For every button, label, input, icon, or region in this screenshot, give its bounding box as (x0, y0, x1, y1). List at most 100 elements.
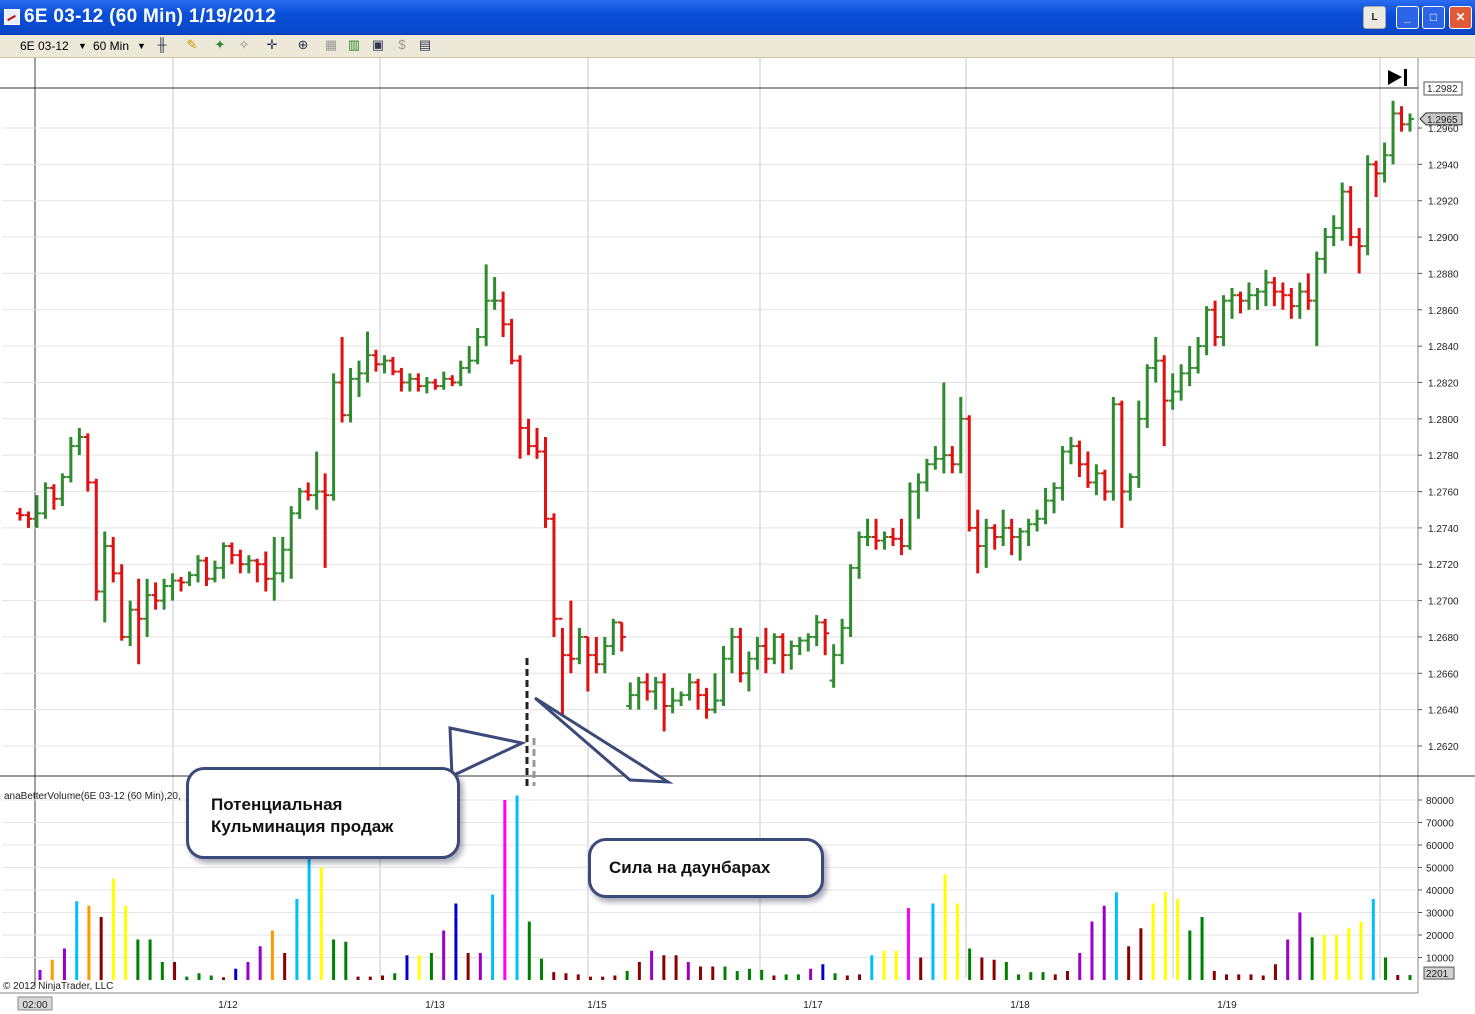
price-bar (270, 536, 279, 601)
time-axis-label: 1/12 (218, 1000, 238, 1011)
price-bar (855, 531, 864, 579)
data-box-icon[interactable]: ▦ (324, 38, 338, 52)
volume-bar (527, 921, 531, 980)
price-bar (643, 673, 652, 701)
eraser-icon[interactable]: ✧ (237, 38, 251, 52)
chart-panel[interactable]: 1.2960 1.2940 1.2920 1.2900 1.2880 1.2860 1.28… (0, 58, 1475, 1014)
price-tick-label: 1.2680 (1428, 633, 1459, 644)
go-to-end-icon (1388, 70, 1402, 85)
price-bar (634, 676, 643, 710)
price-bar (694, 678, 703, 710)
volume-bar (931, 903, 935, 980)
volume-bar (540, 958, 544, 980)
price-bar (1194, 337, 1203, 374)
price-bar (185, 571, 194, 587)
close-button[interactable]: ✕ (1449, 6, 1472, 29)
price-tick-label: 1.2860 (1428, 306, 1459, 317)
pencil-icon[interactable]: ✎ (185, 38, 199, 52)
volume-bar (613, 975, 617, 980)
volume-bar (270, 930, 274, 980)
volume-bar (1041, 972, 1045, 980)
price-bar (100, 531, 109, 623)
volume-bar (588, 976, 592, 980)
volume-bar (955, 903, 959, 980)
volume-bar (552, 972, 556, 980)
volume-bar (50, 959, 54, 980)
strategies-icon[interactable]: ▣ (371, 38, 385, 52)
draw-tool-icon[interactable]: ✦ (213, 38, 227, 52)
price-bar (1126, 473, 1135, 501)
price-bar (770, 633, 779, 665)
callout-strength-downbars: Сила на даунбарах (588, 838, 824, 898)
price-bar (278, 536, 287, 583)
price-bar (49, 484, 58, 510)
price-bar (58, 473, 67, 507)
price-bar (1219, 295, 1228, 347)
volume-bar (1004, 962, 1008, 980)
price-bar (439, 371, 448, 390)
volume-tick-label: 50000 (1426, 864, 1454, 875)
volume-bar (1322, 935, 1326, 980)
volume-bar (1212, 971, 1216, 980)
volume-bar (747, 968, 751, 980)
price-bar (1007, 518, 1016, 556)
link-button[interactable]: L (1363, 6, 1386, 29)
volume-bar (906, 908, 910, 980)
bar-type-icon[interactable]: ╫ (155, 38, 169, 52)
price-bar (465, 346, 474, 374)
volume-bar (1078, 953, 1082, 980)
price-tick-label: 1.2620 (1428, 742, 1459, 753)
volume-bar (601, 976, 605, 980)
price-bar (872, 518, 881, 550)
price-bar (160, 578, 169, 610)
volume-bar (75, 901, 79, 980)
volume-bar (833, 973, 837, 980)
crosshair-price-label: 1.2982 (1427, 84, 1458, 95)
volume-bar (1176, 899, 1180, 980)
volume-bar (1151, 903, 1155, 980)
price-bar (1092, 464, 1101, 496)
zoom-icon[interactable]: ⊕ (296, 38, 310, 52)
volume-bar (491, 894, 495, 980)
instrument-selector[interactable]: 6E 03-12 (20, 38, 69, 54)
crosshair-icon[interactable]: ✛ (265, 38, 279, 52)
price-bar (1083, 451, 1092, 488)
price-bar (109, 536, 118, 583)
instrument-dropdown-icon[interactable]: ▼ (78, 38, 87, 54)
volume-bar (1298, 912, 1302, 980)
go-to-end-bar (1404, 69, 1407, 86)
callout-strength-pointer (534, 696, 674, 784)
volume-bar (1396, 975, 1400, 980)
price-bar (1100, 469, 1109, 501)
chart-trader-icon[interactable]: ▤ (418, 38, 432, 52)
volume-tick-label: 10000 (1426, 954, 1454, 965)
price-bar (905, 482, 914, 550)
price-bar (516, 355, 525, 459)
price-bar (363, 331, 372, 383)
volume-bar (1200, 917, 1204, 980)
time-axis-label: 1/13 (425, 1000, 445, 1011)
price-tick-label: 1.2740 (1428, 524, 1459, 535)
volume-bar (821, 964, 825, 980)
price-bar (66, 437, 75, 483)
volume-bar (858, 974, 862, 980)
price-bar (719, 646, 728, 707)
volume-bar (197, 973, 201, 980)
price-bar (1066, 437, 1075, 465)
interval-dropdown-icon[interactable]: ▼ (137, 38, 146, 54)
volume-bar (62, 948, 66, 980)
properties-icon[interactable]: $ (395, 38, 409, 52)
minimize-button[interactable]: _ (1396, 6, 1419, 29)
volume-bar (185, 976, 189, 980)
maximize-button[interactable]: □ (1422, 6, 1445, 29)
callout-strength-text: Сила на даунбарах (609, 858, 771, 877)
window-title: 6E 03-12 (60 Min) 1/19/2012 (24, 6, 277, 27)
price-bar (778, 633, 787, 674)
interval-selector[interactable]: 60 Min (93, 38, 129, 54)
price-bar (355, 360, 364, 398)
price-bar (592, 636, 601, 674)
price-bar (939, 382, 948, 474)
price-bar (787, 640, 796, 670)
indicators-icon[interactable]: ▥ (347, 38, 361, 52)
price-bar (1380, 142, 1389, 183)
